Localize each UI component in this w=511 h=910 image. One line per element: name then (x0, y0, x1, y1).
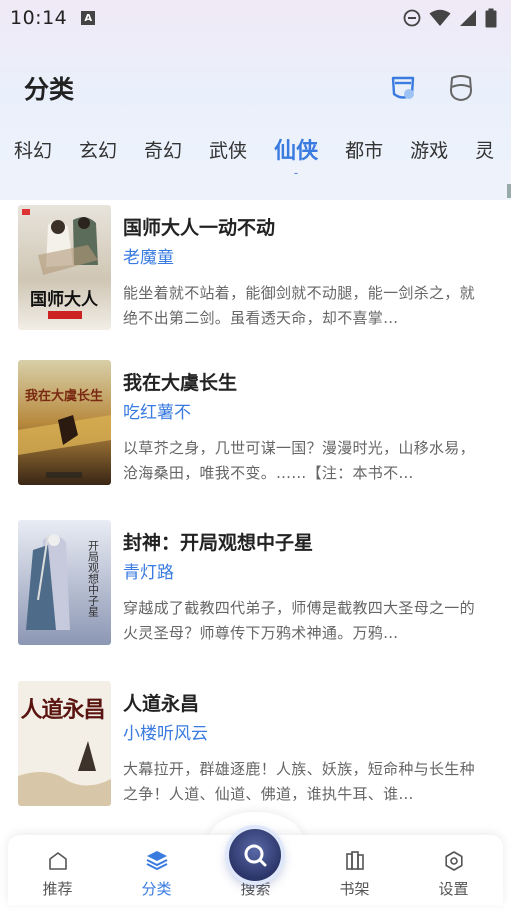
nav-bookshelf[interactable]: 书架 (305, 835, 404, 905)
face-mask-icon[interactable] (447, 74, 475, 102)
signal-icon (460, 10, 476, 26)
book-description: 穿越成了截教四代弟子，师傅是截教四大圣母之一的火灵圣母？师尊传下万鸦术神通。万鸦… (123, 599, 475, 642)
nav-search-label: 搜索 (240, 880, 271, 898)
list-item[interactable]: 国师大人 国师大人一动不动 老魔童 能坐着就不站着，能御剑就不动腿，能一剑杀之，… (0, 205, 511, 335)
tab-wuxia[interactable]: 武侠 (209, 136, 247, 167)
status-time: 10:14 (10, 7, 68, 29)
bookshelf-icon (345, 851, 364, 870)
category-tabs: 科幻 玄幻 奇幻 武侠 仙侠 都市 游戏 灵 (0, 128, 511, 174)
status-bar: 10:14 A (0, 0, 511, 36)
list-item[interactable]: 人道永昌 人道永昌 小楼听风云 大幕拉开，群雄逐鹿！人族、妖族，短命种与长生种之… (0, 681, 511, 811)
search-icon (244, 844, 267, 867)
tab-xuanhuan[interactable]: 玄幻 (79, 136, 117, 167)
battery-icon (485, 8, 497, 28)
book-description: 能坐着就不站着，能御剑就不动腿，能一剑杀之，就绝不出第二剑。虽看透天命，却不喜掌… (123, 284, 475, 327)
book-author[interactable]: 老魔童 (123, 243, 174, 268)
nav-category[interactable]: 分类 (107, 835, 206, 905)
book-description: 以草芥之身，几世可谋一国？漫漫时光，山移水易，沧海桑田，唯我不变。……【注：本书… (123, 439, 475, 482)
wifi-icon (429, 9, 451, 26)
book-cover[interactable]: 人道永昌 (18, 681, 111, 806)
cover-title: 开局观想中子星 (87, 540, 100, 617)
layers-icon (146, 851, 167, 871)
nav-recommend-label: 推荐 (42, 880, 73, 898)
nav-category-label: 分类 (141, 880, 172, 898)
do-not-disturb-icon (403, 9, 421, 27)
nav-recommend[interactable]: 推荐 (8, 835, 107, 905)
list-item[interactable]: 开局观想中子星 封神：开局观想中子星 青灯路 穿越成了截教四代弟子，师傅是截教四… (0, 520, 511, 650)
home-icon (48, 852, 67, 870)
page-title: 分类 (24, 75, 75, 104)
cover-title: 我在大虞长生 (25, 388, 103, 404)
book-title: 国师大人一动不动 (123, 217, 276, 239)
nav-settings[interactable]: 设置 (404, 835, 503, 905)
nav-bookshelf-label: 书架 (339, 880, 370, 898)
tab-game[interactable]: 游戏 (410, 136, 448, 167)
nav-settings-label: 设置 (438, 880, 469, 898)
book-title: 我在大虞长生 (123, 372, 238, 394)
tab-xianxia[interactable]: 仙侠 (274, 133, 318, 169)
history-icon[interactable] (389, 74, 417, 102)
book-author[interactable]: 小楼听风云 (123, 719, 208, 744)
book-title: 人道永昌 (123, 693, 200, 715)
tab-urban[interactable]: 都市 (345, 136, 383, 167)
page-header: 分类 (0, 62, 511, 114)
tab-scifi[interactable]: 科幻 (14, 136, 52, 167)
tab-fantasy[interactable]: 奇幻 (144, 136, 182, 167)
search-button[interactable] (229, 829, 281, 881)
list-item[interactable]: 我在大虞长生 我在大虞长生 吃红薯不 以草芥之身，几世可谋一国？漫漫时光，山移水… (0, 360, 511, 490)
book-author[interactable]: 吃红薯不 (123, 398, 191, 423)
tab-ling[interactable]: 灵 (475, 136, 494, 167)
status-icons (403, 8, 497, 28)
book-description: 大幕拉开，群雄逐鹿！人族、妖族，短命种与长生种之争！人道、仙道、佛道，谁执牛耳、… (123, 760, 475, 803)
gear-icon (444, 851, 463, 871)
book-cover[interactable]: 开局观想中子星 (18, 520, 111, 645)
book-author[interactable]: 青灯路 (123, 558, 174, 583)
scrollbar[interactable] (507, 184, 511, 198)
app-notification-icon: A (81, 11, 96, 25)
book-title: 封神：开局观想中子星 (123, 532, 314, 554)
book-cover[interactable]: 我在大虞长生 (18, 360, 111, 485)
cover-title: 人道永昌 (21, 697, 106, 723)
book-cover[interactable]: 国师大人 (18, 205, 111, 330)
cover-title: 国师大人 (30, 289, 99, 310)
